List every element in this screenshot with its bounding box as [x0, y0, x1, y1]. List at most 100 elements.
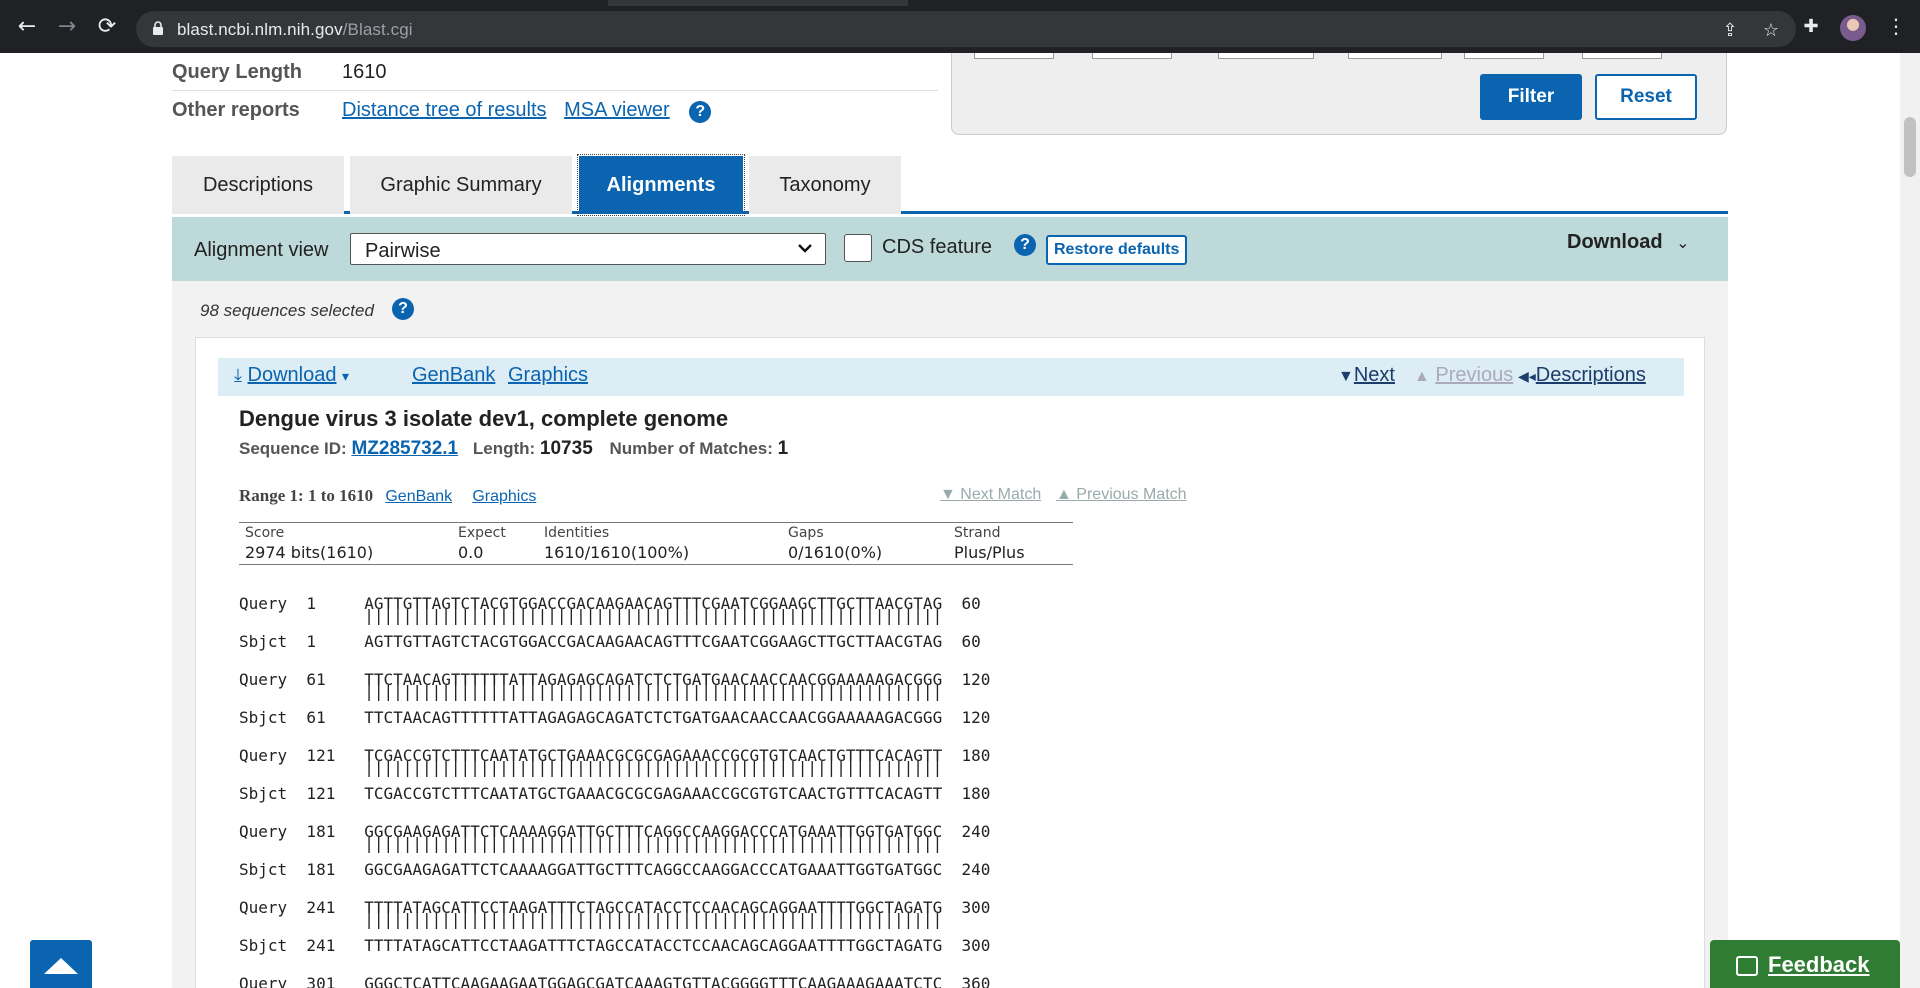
- query-length-row: Query Length 1610: [172, 53, 938, 91]
- result-tabs: Descriptions Graphic Summary Alignments …: [172, 154, 1728, 216]
- triangle-down-icon: ▼: [1338, 368, 1354, 385]
- descriptions-link[interactable]: ◀◂Descriptions: [1518, 364, 1646, 387]
- other-reports-label: Other reports: [172, 99, 300, 121]
- menu-kebab-icon[interactable]: ⋮: [1886, 14, 1906, 40]
- tab-alignments[interactable]: Alignments: [577, 154, 745, 216]
- triangle-down-icon: ▼: [940, 486, 956, 503]
- back-to-descriptions-icon: ◀◂: [1518, 368, 1536, 384]
- msa-viewer-link[interactable]: MSA viewer: [564, 99, 670, 121]
- subject-line: Sbjct 1 AGTTGTTAGTCTACGTGGACCGACAAGAACAG…: [239, 632, 981, 651]
- profile-avatar[interactable]: [1840, 15, 1866, 41]
- range-genbank-link[interactable]: GenBank: [385, 488, 452, 505]
- feedback-button[interactable]: Feedback: [1710, 940, 1900, 988]
- back-to-top-button[interactable]: [30, 940, 92, 988]
- result-download-menu[interactable]: ⤓ Download ▾: [234, 364, 349, 387]
- reset-button[interactable]: Reset: [1595, 74, 1697, 120]
- match-line: ||||||||||||||||||||||||||||||||||||||||…: [239, 682, 943, 701]
- stats-header: Strand: [948, 522, 1073, 541]
- alignment-stats-table: Score Expect Identities Gaps Strand 2974…: [239, 522, 1073, 565]
- alignment-view-select[interactable]: Pairwise: [350, 233, 826, 265]
- cds-feature-checkbox[interactable]: [844, 234, 872, 262]
- stats-header: Expect: [452, 522, 538, 541]
- page-scrollbar[interactable]: [1900, 53, 1920, 988]
- tab-descriptions[interactable]: Descriptions: [172, 156, 344, 214]
- browser-toolbar: ← → ⟳ blast.ncbi.nlm.nih.gov/Blast.cgi ⇪…: [0, 0, 1920, 53]
- tab-taxonomy[interactable]: Taxonomy: [749, 156, 901, 214]
- stats-value: Plus/Plus: [948, 541, 1073, 565]
- browser-tab-inactive[interactable]: [908, 0, 1920, 6]
- sequences-selected-text: 98 sequences selected: [200, 301, 374, 320]
- result-header: ⤓ Download ▾ GenBank Graphics ▼Next ▲ Pr…: [218, 358, 1684, 396]
- arrow-up-icon: [44, 958, 78, 974]
- match-line: ||||||||||||||||||||||||||||||||||||||||…: [239, 758, 943, 777]
- subject-line: Sbjct 121 TCGACCGTCTTTCAATATGCTGAAACGCGC…: [239, 784, 991, 803]
- bookmark-star-icon[interactable]: ☆: [1761, 20, 1781, 40]
- range-graphics-link[interactable]: Graphics: [472, 488, 536, 505]
- stats-value: 2974 bits(1610): [239, 541, 452, 565]
- sequence-length: 10735: [539, 438, 593, 459]
- triangle-up-icon: ▲: [1056, 486, 1072, 503]
- subject-line: Sbjct 61 TTCTAACAGTTTTTTATTAGAGAGCAGATCT…: [239, 708, 991, 727]
- url-text: blast.ncbi.nlm.nih.gov/Blast.cgi: [177, 20, 413, 39]
- range-label: Range 1: 1 to 1610: [239, 486, 374, 505]
- cds-feature-label: CDS feature: [882, 236, 993, 258]
- download-menu[interactable]: Download ⌄: [1567, 231, 1690, 254]
- previous-match-link[interactable]: ▲ Previous Match: [1056, 486, 1187, 504]
- other-reports-row: Other reports Distance tree of results M…: [172, 91, 938, 129]
- chevron-down-icon: [798, 244, 812, 253]
- next-match-link[interactable]: ▼ Next Match: [940, 486, 1041, 504]
- stats-value: 0.0: [452, 541, 538, 565]
- alignment-view-label: Alignment view: [194, 239, 329, 261]
- help-icon[interactable]: ?: [689, 101, 712, 123]
- reload-icon[interactable]: ⟳: [94, 14, 120, 40]
- tab-strip: [0, 0, 1920, 6]
- tab-graphic-summary[interactable]: Graphic Summary: [350, 156, 572, 214]
- back-arrow-icon[interactable]: ←: [14, 14, 40, 40]
- browser-tab[interactable]: [0, 0, 608, 6]
- next-link[interactable]: ▼Next: [1338, 364, 1395, 387]
- extensions-puzzle-icon[interactable]: ✚: [1801, 16, 1821, 36]
- sequence-id-link[interactable]: MZ285732.1: [351, 438, 458, 459]
- restore-defaults-button[interactable]: Restore defaults: [1046, 235, 1188, 265]
- query-length-value: 1610: [342, 61, 387, 83]
- distance-tree-link[interactable]: Distance tree of results: [342, 99, 547, 121]
- graphics-link[interactable]: Graphics: [508, 364, 588, 387]
- previous-link[interactable]: ▲ Previous: [1414, 364, 1513, 387]
- stats-header: Score: [239, 522, 452, 541]
- filter-panel: Filter Reset: [951, 53, 1727, 135]
- filter-input[interactable]: [1092, 53, 1172, 59]
- alignment-result-card: ⤓ Download ▾ GenBank Graphics ▼Next ▲ Pr…: [195, 337, 1705, 988]
- filter-input[interactable]: [1582, 53, 1662, 59]
- help-icon[interactable]: ?: [392, 298, 414, 320]
- download-icon: ⤓: [234, 365, 242, 385]
- scrollbar-thumb[interactable]: [1904, 117, 1916, 177]
- sequence-title: Dengue virus 3 isolate dev1, complete ge…: [239, 406, 729, 431]
- subject-line: Sbjct 181 GGCGAAGAGATTCTCAAAAGGATTGCTTTC…: [239, 860, 991, 879]
- share-icon[interactable]: ⇪: [1720, 20, 1740, 40]
- filter-input[interactable]: [1348, 53, 1442, 59]
- page-content: Query Length 1610 Other reports Distance…: [0, 53, 1900, 988]
- stats-value: 0/1610(0%): [782, 541, 948, 565]
- range-line: Range 1: 1 to 1610 GenBank Graphics: [239, 486, 536, 506]
- match-count: 1: [777, 438, 789, 459]
- subject-line: Sbjct 241 TTTTATAGCATTCCTAAGATTTCTAGCCAT…: [239, 936, 991, 955]
- triangle-up-icon: ▲: [1414, 368, 1430, 385]
- filter-button[interactable]: Filter: [1480, 74, 1582, 120]
- match-line: ||||||||||||||||||||||||||||||||||||||||…: [239, 606, 943, 625]
- help-icon[interactable]: ?: [1014, 234, 1036, 256]
- chevron-down-icon: ▾: [342, 368, 350, 384]
- stats-value: 1610/1610(100%): [538, 541, 782, 565]
- alignment-toolbar: Alignment view Pairwise CDS feature ? Re…: [172, 217, 1728, 281]
- sequence-meta: Sequence ID: MZ285732.1 Length: 10735 Nu…: [239, 438, 789, 459]
- query-length-label: Query Length: [172, 61, 303, 83]
- stats-header: Gaps: [782, 522, 948, 541]
- forward-arrow-icon[interactable]: →: [54, 14, 80, 40]
- genbank-link[interactable]: GenBank: [412, 364, 495, 387]
- filter-input[interactable]: [974, 53, 1054, 59]
- filter-input[interactable]: [1464, 53, 1544, 59]
- address-bar[interactable]: blast.ncbi.nlm.nih.gov/Blast.cgi ⇪ ☆: [136, 11, 1796, 47]
- match-line: ||||||||||||||||||||||||||||||||||||||||…: [239, 834, 943, 853]
- lock-icon: [153, 21, 163, 35]
- filter-input[interactable]: [1218, 53, 1314, 59]
- alignment-view-value: Pairwise: [365, 240, 441, 262]
